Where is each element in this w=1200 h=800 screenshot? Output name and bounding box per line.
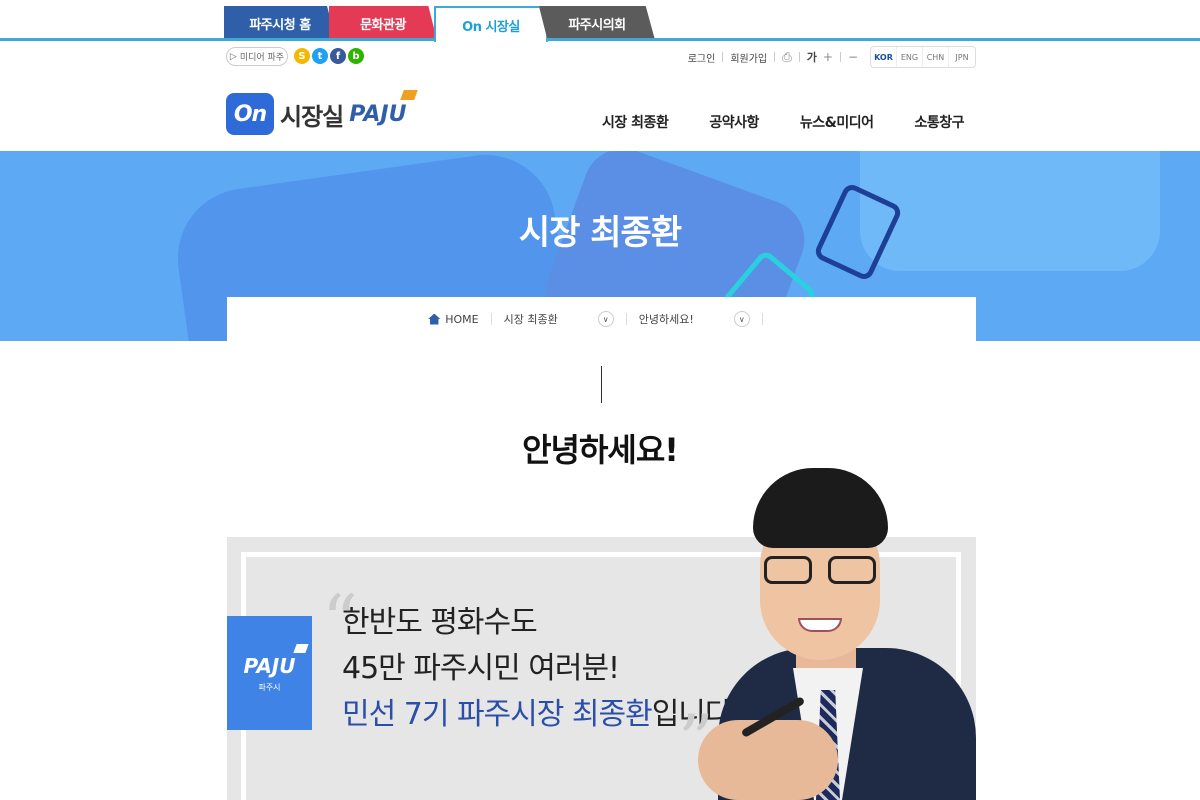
lang-kor[interactable]: KOR — [871, 47, 897, 67]
chevron-down-icon[interactable]: ∨ — [597, 311, 614, 327]
breadcrumb: HOME 시장 최종환 ∨ 안녕하세요! ∨ — [227, 297, 976, 341]
tab-mayor-office[interactable]: On 시장실 — [434, 6, 548, 42]
breadcrumb-level1-label: 시장 최종환 — [503, 313, 558, 326]
facebook-icon[interactable]: f — [330, 48, 346, 64]
nav-item-communication[interactable]: 소통창구 — [914, 112, 964, 132]
logo-paju-text: PAJU — [349, 101, 407, 127]
greeting-line-2: 45만 파주시민 여러분! — [342, 651, 620, 686]
title-divider-line — [601, 366, 602, 403]
paju-badge-logo: PAJU — [243, 653, 296, 678]
breadcrumb-level1[interactable]: 시장 최종환 ∨ — [504, 311, 614, 327]
banner-title: 시장 최종환 — [518, 213, 682, 253]
divider — [722, 52, 724, 62]
media-paju-button[interactable]: ▷ 미디어 파주 — [226, 47, 288, 66]
divider — [625, 313, 627, 325]
twitter-icon[interactable]: t — [312, 48, 328, 64]
utility-bar: ▷ 미디어 파주 S t f b 로그인 회원가입 ⎙ 가 + − KOR EN… — [226, 46, 976, 68]
join-link[interactable]: 회원가입 — [730, 50, 767, 65]
breadcrumb-level2[interactable]: 안녕하세요! ∨ — [639, 311, 750, 327]
logo-paju: PAJU — [349, 89, 419, 127]
divider — [839, 52, 841, 62]
tab-city-council[interactable]: 파주시의회 — [539, 6, 655, 40]
greeting-mayor-name: 민선 7기 파주시장 최종환 — [342, 697, 653, 732]
nav-item-mayor[interactable]: 시장 최종환 — [602, 112, 669, 132]
font-size-label: 가 — [806, 51, 817, 64]
top-tab-bar: 파주시청 홈 문화관광 파주시의회 On 시장실 — [0, 0, 1200, 42]
lang-chn[interactable]: CHN — [923, 47, 949, 67]
blog-icon[interactable]: b — [348, 48, 364, 64]
language-selector: KOR ENG CHN JPN — [870, 46, 976, 68]
breadcrumb-home-label: HOME — [445, 312, 479, 326]
divider — [761, 313, 763, 325]
lang-eng[interactable]: ENG — [897, 47, 923, 67]
nav-item-news-media[interactable]: 뉴스&미디어 — [800, 112, 874, 132]
utility-links: 로그인 회원가입 ⎙ 가 + − KOR ENG CHN JPN — [688, 46, 976, 68]
divider — [798, 52, 800, 62]
divider — [490, 313, 492, 325]
font-increase-button[interactable]: + — [823, 50, 833, 64]
breadcrumb-level2-label: 안녕하세요! — [638, 313, 694, 326]
font-decrease-button[interactable]: − — [848, 50, 858, 64]
breadcrumb-home[interactable]: HOME — [428, 312, 479, 326]
chevron-down-icon[interactable]: ∨ — [733, 311, 750, 327]
on-logo-badge: On — [226, 93, 274, 135]
lang-jpn[interactable]: JPN — [949, 47, 975, 67]
home-icon — [428, 313, 441, 325]
media-paju-label: 미디어 파주 — [239, 53, 285, 63]
kakao-story-icon[interactable]: S — [294, 48, 310, 64]
tab-underline — [0, 38, 1200, 41]
divider — [774, 52, 776, 62]
print-icon[interactable]: ⎙ — [782, 50, 792, 65]
paju-flag-icon — [400, 89, 419, 100]
paju-badge-sub: 파주시 — [258, 682, 281, 692]
mayor-portrait — [698, 468, 976, 800]
tab-paju-home[interactable]: 파주시청 홈 — [224, 6, 336, 40]
tab-culture-tourism[interactable]: 문화관광 — [329, 6, 437, 40]
login-link[interactable]: 로그인 — [688, 50, 716, 65]
main-nav: 시장 최종환 공약사항 뉴스&미디어 소통창구 — [602, 112, 964, 132]
page-title: 안녕하세요! — [522, 431, 679, 469]
nav-item-pledges[interactable]: 공약사항 — [709, 112, 759, 132]
paju-badge: PAJU 파주시 — [227, 616, 312, 730]
site-logo[interactable]: On 시장실 PAJU — [226, 86, 419, 142]
play-icon: ▷ — [229, 51, 237, 62]
greeting-line-1: 한반도 평화수도 — [342, 605, 538, 640]
logo-title: 시장실 — [280, 102, 344, 131]
